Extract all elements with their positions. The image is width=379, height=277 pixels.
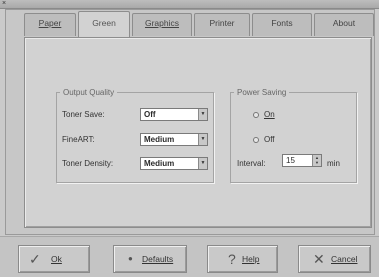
close-icon[interactable]: ×: [2, 0, 6, 8]
interval-label: Interval:: [237, 159, 266, 168]
printer-settings-window: × Paper Green Graphics Printer Fonts Abo…: [0, 0, 379, 277]
spinner-buttons[interactable]: ▲ ▼: [312, 155, 321, 166]
fineart-value: Medium: [144, 135, 175, 144]
cancel-label: Cancel: [331, 254, 358, 264]
tab-fonts-label: Fonts: [271, 18, 293, 28]
tab-graphics-label: Graphics: [144, 18, 179, 28]
fineart-label: FineART:: [62, 135, 95, 144]
power-off-label: Off: [264, 135, 275, 144]
interval-value[interactable]: 15: [286, 156, 295, 165]
chevron-down-icon[interactable]: ▼: [313, 160, 321, 165]
power-saving-group: Power Saving: [230, 88, 357, 183]
tab-green[interactable]: Green: [78, 11, 130, 37]
tab-printer[interactable]: Printer: [194, 13, 250, 36]
toner-save-select[interactable]: Off ▼: [140, 108, 208, 121]
checkmark-icon: ✓: [29, 251, 41, 267]
power-on-text: On: [264, 110, 275, 119]
tab-bar: Paper Green Graphics Printer Fonts About: [24, 11, 374, 37]
x-icon: ✕: [313, 251, 325, 267]
ok-label: Ok: [51, 254, 62, 264]
toner-save-value: Off: [144, 110, 156, 119]
tab-green-label: Green: [92, 18, 116, 28]
toner-density-value: Medium: [144, 159, 175, 168]
interval-unit: min: [327, 159, 340, 168]
tab-about-label: About: [332, 18, 356, 28]
help-button[interactable]: ? Help: [207, 245, 278, 273]
tab-graphics[interactable]: Graphics: [132, 13, 192, 36]
toner-save-label: Toner Save:: [62, 110, 105, 119]
tab-paper-label: Paper: [38, 18, 62, 28]
fineart-select[interactable]: Medium ▼: [140, 133, 208, 146]
toner-density-label: Toner Density:: [62, 159, 114, 168]
title-bar: ×: [0, 0, 379, 9]
output-quality-title: Output Quality: [63, 88, 115, 97]
chevron-down-icon[interactable]: ▼: [198, 134, 207, 145]
power-saving-title: Power Saving: [237, 88, 287, 97]
power-on-radio[interactable]: [253, 112, 259, 118]
defaults-label: Defaults: [142, 254, 174, 264]
power-off-radio[interactable]: [253, 137, 259, 143]
defaults-button[interactable]: ● Defaults: [113, 245, 187, 273]
dot-icon: ●: [128, 254, 133, 263]
interval-spinner[interactable]: 15 ▲ ▼: [282, 154, 322, 167]
tab-printer-label: Printer: [209, 18, 235, 28]
chevron-down-icon[interactable]: ▼: [198, 109, 207, 120]
tab-about[interactable]: About: [314, 13, 374, 36]
tab-paper[interactable]: Paper: [24, 13, 76, 36]
tab-fonts[interactable]: Fonts: [252, 13, 312, 36]
question-icon: ?: [228, 251, 236, 267]
toner-density-select[interactable]: Medium ▼: [140, 157, 208, 170]
help-label: Help: [242, 254, 260, 264]
ok-button[interactable]: ✓ Ok: [18, 245, 90, 273]
cancel-button[interactable]: ✕ Cancel: [298, 245, 371, 273]
power-on-label: On: [264, 110, 275, 119]
chevron-down-icon[interactable]: ▼: [198, 158, 207, 169]
